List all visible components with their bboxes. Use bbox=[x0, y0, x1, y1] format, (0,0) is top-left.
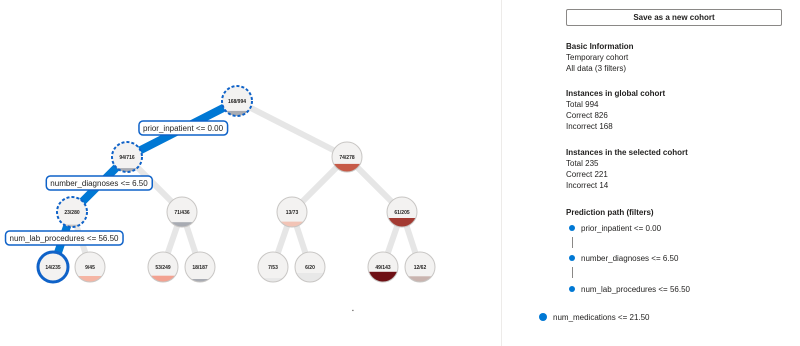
global-correct: Correct 826 bbox=[566, 111, 608, 120]
tree-node-n14[interactable]: 12/62 bbox=[404, 251, 436, 283]
node-count-label: 168/994 bbox=[228, 99, 246, 105]
path-item-num-lab-procedures[interactable]: num_lab_procedures <= 56.50 bbox=[566, 283, 690, 295]
path-item-label: number_diagnoses <= 6.50 bbox=[581, 253, 679, 263]
path-item-number-diagnoses[interactable]: number_diagnoses <= 6.50 bbox=[566, 252, 678, 264]
node-error-fill bbox=[75, 276, 105, 282]
tree-edge-n0-n2 bbox=[234, 98, 350, 160]
selected-incorrect: Incorrect 14 bbox=[566, 181, 609, 190]
tree-node-n5[interactable]: 13/73 bbox=[276, 196, 308, 228]
node-count-label: 13/73 bbox=[286, 210, 299, 216]
basic-information-title: Basic Information bbox=[566, 42, 634, 51]
global-incorrect: Incorrect 168 bbox=[566, 122, 613, 131]
tree-node-n12[interactable]: 6/20 bbox=[294, 251, 326, 283]
filter-label-text: number_diagnoses <= 6.50 bbox=[50, 179, 148, 188]
node-count-label: 14/235 bbox=[45, 265, 61, 271]
global-cohort-section: Instances in global cohort Total 994 Cor… bbox=[566, 88, 665, 132]
cohort-info-panel: Save as a new cohort Basic Information T… bbox=[566, 0, 784, 346]
node-error-fill bbox=[368, 271, 398, 282]
path-dot-icon bbox=[569, 255, 575, 261]
node-count-label: 53/249 bbox=[155, 265, 171, 271]
path-item-prior-inpatient[interactable]: prior_inpatient <= 0.00 bbox=[566, 222, 661, 234]
selected-correct: Correct 221 bbox=[566, 170, 608, 179]
path-item-label: num_medications <= 21.50 bbox=[553, 312, 650, 322]
node-count-label: 61/205 bbox=[394, 210, 410, 216]
node-count-label: 49/143 bbox=[375, 265, 391, 271]
tree-node-n6[interactable]: 61/205 bbox=[386, 196, 418, 228]
node-error-fill bbox=[57, 224, 87, 227]
node-count-label: 12/62 bbox=[414, 265, 427, 271]
cohort-type: Temporary cohort bbox=[566, 53, 629, 62]
path-item-label: prior_inpatient <= 0.00 bbox=[581, 223, 662, 233]
path-item-label: num_lab_procedures <= 56.50 bbox=[581, 284, 690, 294]
path-dot-icon bbox=[569, 225, 575, 231]
node-count-label: 9/45 bbox=[85, 265, 95, 271]
filter-label-n7: num_lab_procedures <= 56.50 bbox=[4, 230, 124, 246]
tree-node-n13[interactable]: 49/143 bbox=[367, 251, 399, 283]
path-item-num-medications[interactable]: num_medications <= 21.50 bbox=[539, 311, 650, 323]
tree-node-n10[interactable]: 18/187 bbox=[184, 251, 216, 283]
path-connector bbox=[572, 267, 573, 278]
selected-cohort-section: Instances in the selected cohort Total 2… bbox=[566, 147, 688, 191]
node-count-label: 23/280 bbox=[64, 210, 80, 216]
prediction-path-section: Prediction path (filters) bbox=[566, 207, 654, 218]
path-dot-icon bbox=[569, 286, 575, 292]
tree-node-n3[interactable]: 23/280 bbox=[56, 196, 88, 228]
node-error-fill bbox=[258, 278, 288, 282]
node-count-label: 7/53 bbox=[268, 265, 278, 271]
node-count-label: 6/20 bbox=[305, 265, 315, 271]
cohort-filters: All data (3 filters) bbox=[566, 64, 627, 73]
tree-node-n11[interactable]: 7/53 bbox=[257, 251, 289, 283]
tree-node-n7[interactable]: 14/235 bbox=[36, 250, 70, 284]
error-tree-canvas: 168/994 94/716 74/278 23/280 71/436 13/73 61/2… bbox=[4, 85, 436, 314]
node-count-label: 94/716 bbox=[119, 155, 135, 161]
path-dot-icon bbox=[539, 313, 547, 321]
global-total: Total 994 bbox=[566, 100, 599, 109]
filter-label-n1: prior_inpatient <= 0.00 bbox=[138, 120, 229, 136]
node-count-label: 74/278 bbox=[339, 155, 355, 161]
selected-cohort-title: Instances in the selected cohort bbox=[566, 148, 688, 157]
filter-label-text: prior_inpatient <= 0.00 bbox=[143, 124, 224, 133]
node-count-label: 71/436 bbox=[174, 210, 190, 216]
tree-node-n0[interactable]: 168/994 bbox=[221, 85, 253, 117]
tree-canvas-marker: ▪ bbox=[352, 308, 354, 314]
selected-total: Total 235 bbox=[566, 159, 599, 168]
tree-node-n9[interactable]: 53/249 bbox=[147, 251, 179, 283]
global-cohort-title: Instances in global cohort bbox=[566, 89, 666, 98]
basic-information-section: Basic Information Temporary cohort All d… bbox=[566, 41, 634, 74]
path-connector bbox=[572, 237, 573, 248]
save-cohort-button[interactable]: Save as a new cohort bbox=[566, 9, 782, 26]
tree-node-n1[interactable]: 94/716 bbox=[111, 141, 143, 173]
prediction-path-title: Prediction path (filters) bbox=[566, 208, 654, 217]
filter-labels: prior_inpatient <= 0.00 number_diagnoses … bbox=[4, 120, 229, 246]
node-count-label: 18/187 bbox=[192, 265, 208, 271]
filter-label-text: num_lab_procedures <= 56.50 bbox=[10, 234, 120, 243]
panel-divider bbox=[501, 0, 502, 346]
tree-node-n2[interactable]: 74/278 bbox=[331, 141, 363, 173]
filter-label-n3: number_diagnoses <= 6.50 bbox=[45, 175, 154, 191]
tree-node-n4[interactable]: 71/436 bbox=[166, 196, 198, 228]
node-error-fill bbox=[148, 275, 178, 282]
tree-node-n8[interactable]: 9/45 bbox=[74, 251, 106, 283]
